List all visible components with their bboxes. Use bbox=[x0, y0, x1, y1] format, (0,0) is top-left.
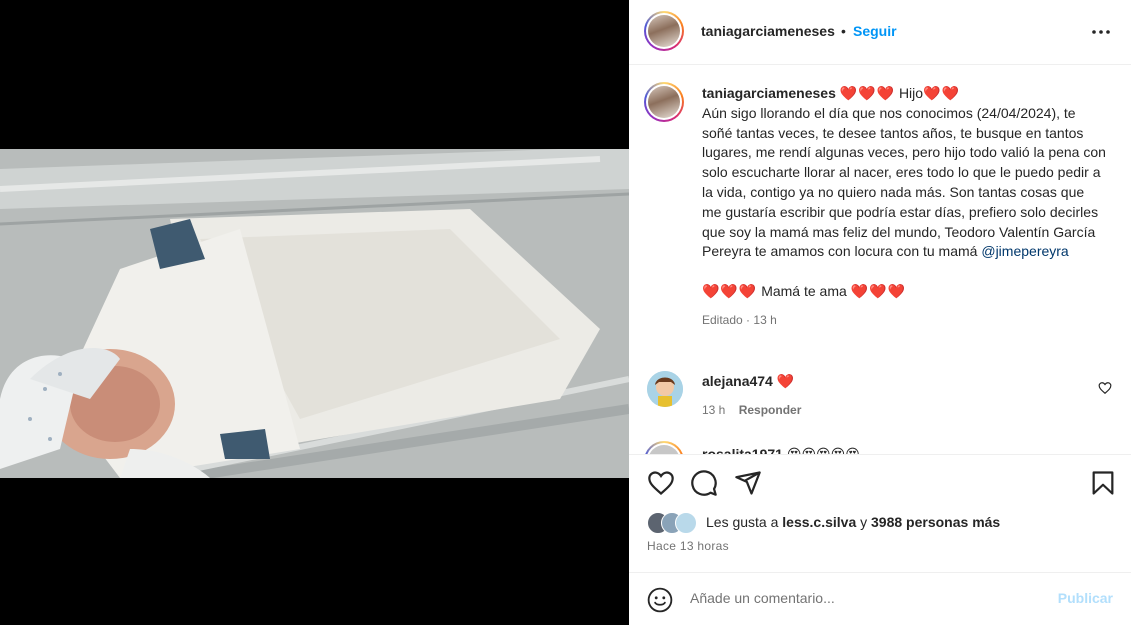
post-header: taniagarciameneses • Seguir bbox=[629, 0, 1131, 65]
share-icon[interactable] bbox=[734, 469, 762, 497]
comment-avatar[interactable] bbox=[647, 371, 683, 407]
post-panel: taniagarciameneses • Seguir taniagarciam… bbox=[629, 0, 1131, 625]
comment-meta: 13 h Responder bbox=[702, 403, 801, 417]
edited-label: Editado bbox=[702, 312, 743, 327]
edited-time[interactable]: 13 h bbox=[753, 313, 776, 327]
caption-mention[interactable]: @jimepereyra bbox=[981, 243, 1068, 259]
caption-hearts-4: ❤️❤️❤️ bbox=[850, 283, 906, 300]
likes-user[interactable]: less.c.silva bbox=[782, 514, 856, 530]
heart-icon[interactable] bbox=[647, 469, 675, 497]
publish-button[interactable]: Publicar bbox=[1058, 590, 1113, 606]
likers-avatars[interactable] bbox=[647, 512, 707, 534]
likes-others[interactable]: 3988 personas más bbox=[871, 514, 1000, 530]
caption: taniagarciameneses ❤️❤️❤️ Hijo❤️❤️ Aún s… bbox=[702, 84, 1107, 331]
author-avatar[interactable] bbox=[644, 11, 684, 51]
post-media[interactable] bbox=[0, 0, 629, 625]
comment-username[interactable]: alejana474 bbox=[702, 373, 773, 389]
caption-hijo: Hijo bbox=[898, 85, 924, 101]
meta-dot: · bbox=[746, 312, 751, 327]
caption-body: Aún sigo llorando el día que nos conocim… bbox=[702, 104, 1106, 260]
reply-button[interactable]: Responder bbox=[739, 403, 802, 417]
author-username[interactable]: taniagarciameneses bbox=[701, 23, 835, 39]
comment-icon[interactable] bbox=[690, 469, 718, 497]
caption-username[interactable]: taniagarciameneses bbox=[702, 85, 836, 101]
comment-like-icon[interactable] bbox=[1098, 381, 1112, 395]
comment-time[interactable]: 13 h bbox=[702, 403, 725, 417]
caption-mama: Mamá te ama bbox=[761, 283, 847, 300]
bookmark-icon[interactable] bbox=[1089, 469, 1117, 497]
caption-avatar[interactable] bbox=[644, 82, 684, 122]
caption-hearts: ❤️❤️❤️ bbox=[839, 85, 896, 101]
caption-hearts-2: ❤️❤️ bbox=[923, 85, 960, 101]
comment-item: alejana474 ❤️ bbox=[702, 373, 795, 390]
comment-input[interactable]: Añade un comentario... bbox=[690, 590, 990, 606]
comment-text: ❤️ bbox=[776, 373, 796, 389]
comment-avatar-2[interactable] bbox=[644, 441, 684, 454]
likes-conj: y bbox=[860, 514, 868, 530]
separator-dot: • bbox=[841, 23, 846, 39]
likes-prefix: Les gusta a bbox=[706, 514, 779, 530]
emoji-icon[interactable] bbox=[647, 587, 673, 613]
more-options-icon[interactable] bbox=[1091, 22, 1111, 42]
comment-box: Añade un comentario... Publicar bbox=[629, 572, 1131, 626]
post-time[interactable]: Hace 13 horas bbox=[647, 539, 729, 553]
follow-button[interactable]: Seguir bbox=[853, 23, 897, 39]
comment-username-2[interactable]: rosalita1971 bbox=[702, 446, 783, 454]
comment-item-2: rosalita1971 😍😍😍😍😍 bbox=[629, 437, 1131, 454]
post-photo bbox=[0, 149, 629, 478]
comment-text-2: 😍😍😍😍😍 bbox=[786, 446, 860, 454]
caption-hearts-3: ❤️❤️❤️ bbox=[702, 283, 758, 300]
likes-summary: Les gusta a less.c.silva y 3988 personas… bbox=[706, 514, 1000, 530]
